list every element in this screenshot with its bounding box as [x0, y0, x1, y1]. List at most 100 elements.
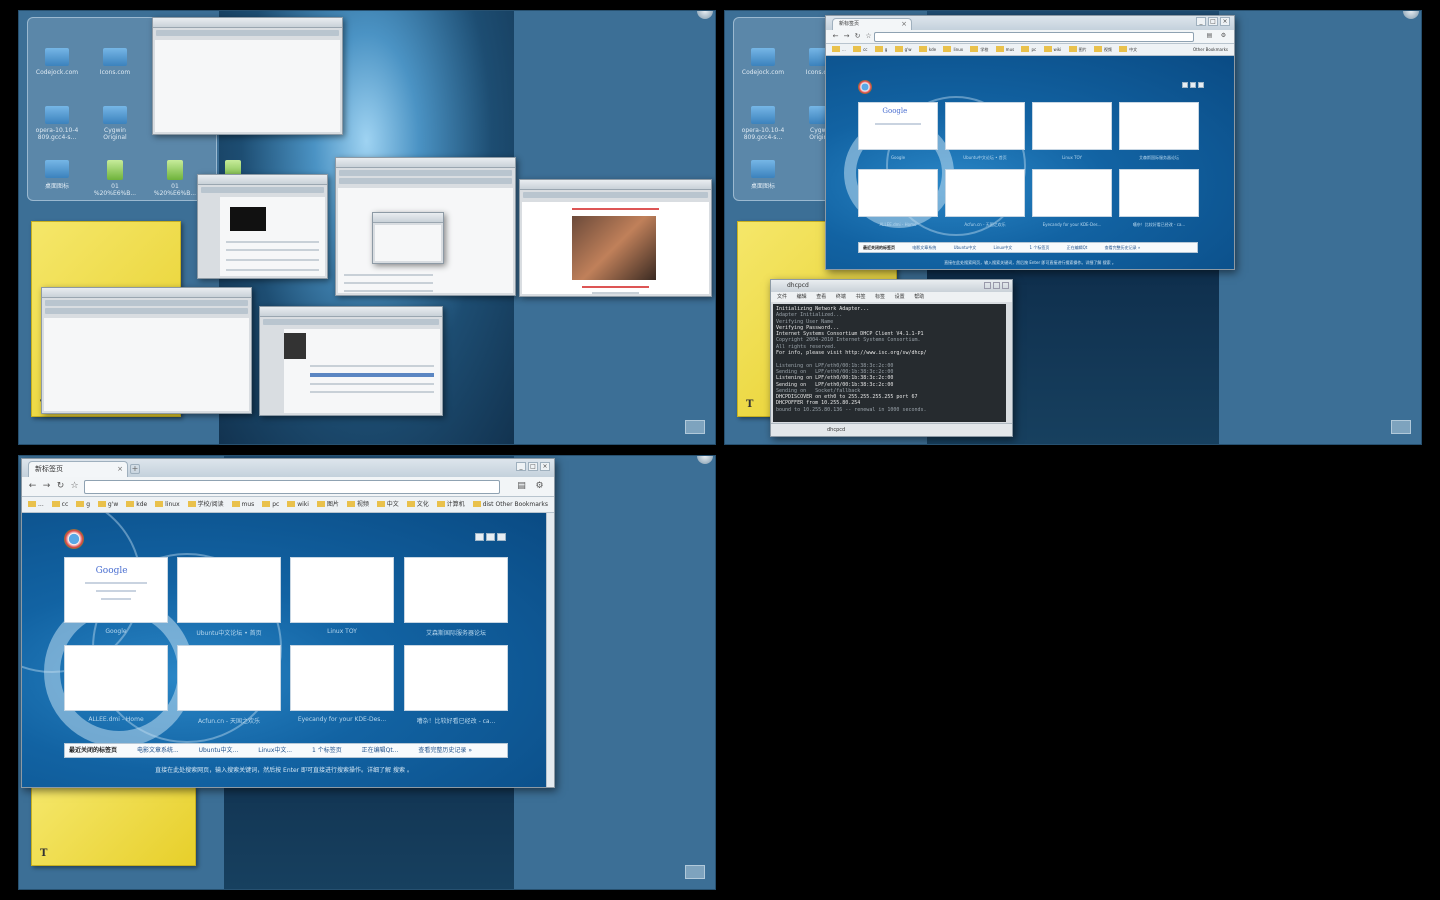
- wrench-icon[interactable]: ⚙: [1217, 31, 1230, 44]
- folder-icon[interactable]: Icons.com: [90, 48, 140, 76]
- bookmark-item[interactable]: 学校: [970, 44, 988, 55]
- bookmark-item[interactable]: ...: [28, 497, 44, 512]
- bookmark-item[interactable]: kde: [126, 497, 147, 512]
- most-visited-thumb[interactable]: Acfun.cn - 天国之欢乐: [177, 645, 281, 725]
- most-visited-thumb[interactable]: 嘈杂！比较好看已经改 - ca...: [1119, 169, 1199, 227]
- tab-new-tab[interactable]: 新标签页 ×: [832, 18, 912, 30]
- desktop-3[interactable]: T 新标签页 × + _ □ × ← → ↻ ☆ ▤ ⚙ ... cc g g'w k…: [18, 455, 716, 890]
- terminal-window[interactable]: dhcpcd 文件 编辑 查看 终端 书签 标签 设置 帮助 Initializ…: [770, 279, 1013, 437]
- tab-new-tab[interactable]: 新标签页 ×: [28, 461, 128, 477]
- most-visited-thumb[interactable]: Eyecandy for your KDE-Des...: [290, 645, 394, 723]
- bookmark-item[interactable]: linux: [943, 44, 963, 55]
- maximize-icon[interactable]: [993, 282, 1000, 289]
- recent-item[interactable]: 电影文章系统...: [133, 744, 179, 757]
- recent-item[interactable]: 正在编辑Qt...: [358, 744, 399, 757]
- folder-icon[interactable]: opera-10.10-4 809.gcc4-s...: [738, 106, 788, 141]
- bookmark-item[interactable]: wiki: [287, 497, 309, 512]
- bookmark-item[interactable]: g: [76, 497, 90, 512]
- most-visited-thumb[interactable]: ALLEE.dmi - Home: [64, 645, 168, 723]
- most-visited-thumb[interactable]: 嘈杂！比较好看已经改 - ca...: [404, 645, 508, 725]
- close-tab-icon[interactable]: ×: [901, 19, 907, 30]
- bookmark-item[interactable]: 视频: [1094, 44, 1112, 55]
- bookmark-item[interactable]: g'w: [98, 497, 118, 512]
- folder-icon[interactable]: 桌面图标: [32, 160, 82, 190]
- bookmark-item[interactable]: g: [875, 44, 888, 55]
- bookmark-item[interactable]: 视频: [347, 497, 369, 512]
- bookmark-item[interactable]: 图片: [1069, 44, 1087, 55]
- forward-icon[interactable]: →: [40, 480, 53, 493]
- bookmark-item[interactable]: 图片: [317, 497, 339, 512]
- close-icon[interactable]: ×: [540, 462, 550, 471]
- menu-item[interactable]: 查看: [816, 294, 826, 300]
- minimize-icon[interactable]: [984, 282, 991, 289]
- bookmark-item[interactable]: linux: [155, 497, 180, 512]
- cashew-icon[interactable]: [697, 456, 713, 464]
- address-bar[interactable]: [84, 480, 500, 494]
- menu-item[interactable]: 编辑: [797, 294, 807, 300]
- menu-item[interactable]: 设置: [895, 294, 905, 300]
- star-icon[interactable]: ☆: [68, 480, 81, 493]
- close-icon[interactable]: [1198, 82, 1204, 88]
- page-menu-icon[interactable]: ▤: [515, 480, 528, 493]
- close-icon[interactable]: [497, 533, 506, 541]
- bookmark-item[interactable]: kde: [919, 44, 936, 55]
- bookmark-item[interactable]: 中文: [377, 497, 399, 512]
- bookmark-item[interactable]: ...: [832, 44, 846, 55]
- menu-item[interactable]: 标签: [875, 294, 885, 300]
- history-link[interactable]: 查看完整历史记录 »: [1101, 243, 1141, 252]
- maximize-icon[interactable]: □: [528, 462, 538, 471]
- recent-item[interactable]: Linux中文: [989, 243, 1012, 252]
- maximize-icon[interactable]: □: [1208, 17, 1218, 26]
- close-tab-icon[interactable]: ×: [117, 462, 123, 477]
- terminal-tab[interactable]: dhcpcd: [827, 427, 845, 433]
- bookmark-item[interactable]: pc: [262, 497, 279, 512]
- window-thumbnail[interactable]: [259, 306, 443, 416]
- bookmark-item[interactable]: wiki: [1044, 44, 1062, 55]
- cashew-icon[interactable]: [697, 11, 713, 19]
- folder-icon[interactable]: opera-10.10-4 809.gcc4-s...: [32, 106, 82, 141]
- close-icon[interactable]: [1002, 282, 1009, 289]
- desktop-2[interactable]: Codejock.com Icons.com opera-10.10-4 809…: [724, 10, 1422, 445]
- recent-item[interactable]: 正在编辑Qt: [1063, 243, 1088, 252]
- menu-item[interactable]: 文件: [777, 294, 787, 300]
- sticky-note[interactable]: T: [31, 786, 196, 866]
- bookmark-item[interactable]: mus: [996, 44, 1015, 55]
- folder-icon[interactable]: Codejock.com: [738, 48, 788, 76]
- browser-window[interactable]: 新标签页 × _ □ × ← → ↻ ☆ ▤ ⚙ ... cc g g'w kde l…: [825, 15, 1235, 270]
- menu-item[interactable]: 帮助: [914, 294, 924, 300]
- bookmark-item[interactable]: cc: [52, 497, 69, 512]
- most-visited-thumb[interactable]: Ubuntu中文论坛 • 首页: [945, 102, 1025, 160]
- recent-item[interactable]: Linux中文...: [254, 744, 292, 757]
- thumbs-view-icon[interactable]: [1182, 82, 1188, 88]
- address-bar[interactable]: [874, 32, 1194, 42]
- most-visited-thumb[interactable]: Linux TOY: [290, 557, 394, 635]
- page-menu-icon[interactable]: ▤: [1203, 31, 1216, 44]
- window-thumbnail[interactable]: [335, 157, 516, 296]
- recent-item[interactable]: 电影文章系统: [908, 243, 936, 252]
- pager-widget[interactable]: [685, 865, 705, 879]
- window-thumbnail[interactable]: [197, 174, 328, 279]
- vertical-scrollbar[interactable]: [546, 513, 554, 787]
- bookmark-item[interactable]: 计算机: [437, 497, 465, 512]
- audio-file-icon[interactable]: 01 %20%E6%B...: [90, 160, 140, 197]
- folder-icon[interactable]: 桌面图标: [738, 160, 788, 190]
- desktop-1[interactable]: Codejock.com Icons.com opera-10.10-4 809…: [18, 10, 716, 445]
- most-visited-thumb[interactable]: 艾森斯国际服务器论坛: [1119, 102, 1199, 160]
- bookmark-item[interactable]: 文化: [407, 497, 429, 512]
- folder-icon[interactable]: Codejock.com: [32, 48, 82, 76]
- bookmark-item[interactable]: dist: [473, 497, 494, 512]
- most-visited-thumb[interactable]: Linux TOY: [1032, 102, 1112, 160]
- pager-widget[interactable]: [1391, 420, 1411, 434]
- bookmark-item[interactable]: cc: [853, 44, 867, 55]
- bookmark-item[interactable]: mus: [232, 497, 255, 512]
- recent-item[interactable]: Ubuntu中文...: [195, 744, 239, 757]
- browser-window[interactable]: 新标签页 × + _ □ × ← → ↻ ☆ ▤ ⚙ ... cc g g'w kde…: [21, 458, 555, 788]
- back-icon[interactable]: ←: [26, 480, 39, 493]
- list-view-icon[interactable]: [486, 533, 495, 541]
- bookmark-item[interactable]: g'w: [895, 44, 912, 55]
- wrench-icon[interactable]: ⚙: [533, 480, 546, 493]
- menu-item[interactable]: 书签: [855, 294, 865, 300]
- recent-item[interactable]: Ubuntu中文: [950, 243, 977, 252]
- window-thumbnail[interactable]: [41, 287, 252, 414]
- bookmark-item[interactable]: 学校/阅读: [188, 497, 224, 512]
